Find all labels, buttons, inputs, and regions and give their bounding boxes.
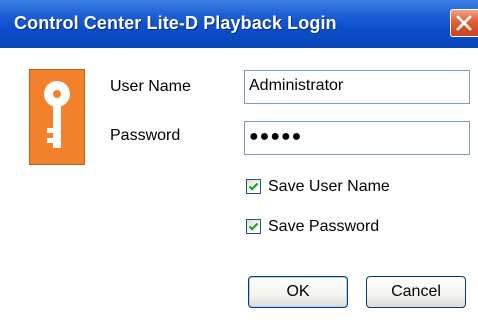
close-button[interactable] (450, 9, 478, 37)
login-dialog: Control Center Lite-D Playback Login Use… (0, 0, 478, 326)
checkmark-icon (248, 222, 259, 231)
password-label: Password (110, 127, 181, 144)
cancel-button[interactable]: Cancel (366, 276, 466, 308)
save-username-checkbox[interactable] (246, 179, 261, 194)
title-bar[interactable]: Control Center Lite-D Playback Login (0, 0, 478, 48)
save-username-label: Save User Name (268, 178, 390, 195)
username-label: User Name (110, 78, 191, 95)
username-input[interactable]: Administrator (244, 70, 470, 104)
key-icon (29, 69, 85, 165)
save-password-checkbox[interactable] (246, 219, 261, 234)
save-password-label: Save Password (268, 218, 380, 235)
checkmark-icon (248, 182, 259, 191)
window-title: Control Center Lite-D Playback Login (14, 13, 337, 33)
close-icon (456, 15, 472, 31)
ok-button[interactable]: OK (248, 276, 348, 308)
password-input[interactable]: ●●●●● (244, 121, 470, 155)
